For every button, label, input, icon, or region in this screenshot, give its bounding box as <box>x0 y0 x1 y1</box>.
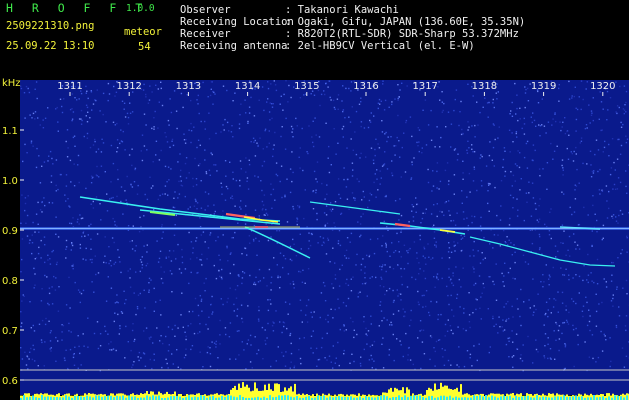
x-tick-label: 1314 <box>235 81 260 92</box>
info-value-observer: : Takanori Kawachi <box>285 4 399 16</box>
meteor-count: 54 <box>138 41 151 53</box>
timestamp: 25.09.22 13:10 <box>6 40 95 52</box>
info-value-location: : Ogaki, Gifu, JAPAN (136.60E, 35.35N) <box>285 16 526 28</box>
x-tick-label: 1316 <box>353 81 378 92</box>
x-tick-label: 1311 <box>57 81 82 92</box>
y-tick-label: 1.0 <box>2 176 18 187</box>
spectrogram-background <box>20 80 629 395</box>
y-axis-unit: kHz <box>2 78 21 89</box>
x-tick-label: 1317 <box>412 81 437 92</box>
info-key-observer: Observer <box>180 4 231 16</box>
info-key-antenna: Receiving antenna <box>180 40 288 52</box>
file-name: 2509221310.png <box>6 20 95 32</box>
carrier-line <box>20 227 629 230</box>
y-tick-label: 0.7 <box>2 326 18 337</box>
info-key-location: Receiving Location <box>180 16 294 28</box>
info-value-antenna: : 2el-HB9CV Vertical (el. E-W) <box>285 40 475 52</box>
x-tick-label: 1320 <box>590 81 615 92</box>
info-value-receiver: : R820T2(RTL-SDR) SDR-Sharp 53.372MHz <box>285 28 519 40</box>
info-key-receiver: Receiver <box>180 28 231 40</box>
x-tick-label: 1318 <box>472 81 497 92</box>
x-tick-label: 1315 <box>294 81 319 92</box>
y-tick-label: 0.9 <box>2 226 18 237</box>
x-tick-label: 1313 <box>176 81 201 92</box>
app-version: 1.0.0 <box>126 3 155 14</box>
y-tick-label: 0.8 <box>2 276 18 287</box>
x-tick-label: 1319 <box>531 81 556 92</box>
header-panel: H R O F F T 1.0.0 2509221310.png 25.09.2… <box>0 0 629 72</box>
spectrogram: 1311 1312 1313 1314 1315 1316 1317 1318 1319 1320… <box>0 72 629 400</box>
x-tick-label: 1312 <box>116 81 141 92</box>
y-tick-label: 1.1 <box>2 126 18 137</box>
y-tick-label: 0.6 <box>2 376 18 387</box>
meteor-label: meteor <box>124 26 162 38</box>
